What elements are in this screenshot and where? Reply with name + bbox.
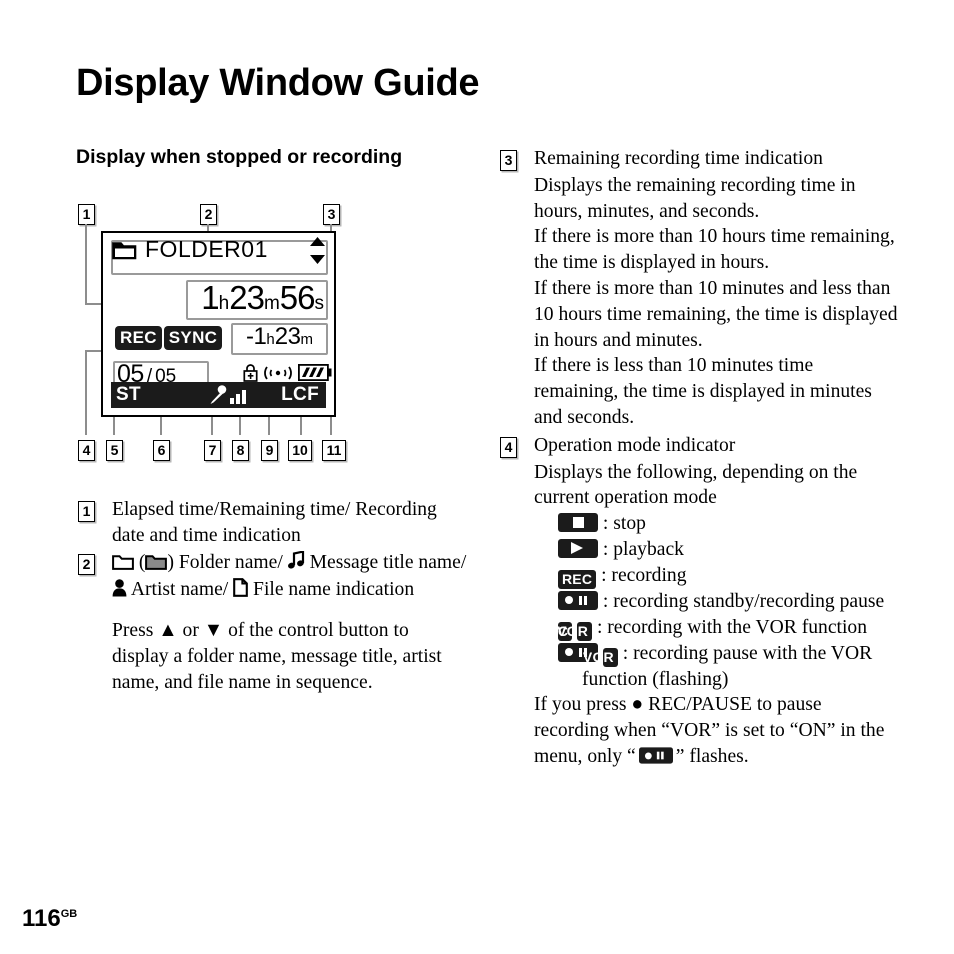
elapsed-hours: 1	[201, 279, 219, 316]
item-4-number: 4	[500, 436, 517, 458]
callout-5: 5	[106, 440, 123, 461]
up-down-arrows-icon	[309, 237, 326, 264]
elapsed-minutes: 23	[229, 279, 265, 316]
page-number-value: 116	[22, 905, 61, 932]
page-title: Display Window Guide	[76, 62, 480, 104]
page-number: 116GB	[22, 905, 77, 933]
lcd-screen: FOLDER01 1h23m56s RECSYNC -1h23m 05/05	[101, 231, 336, 417]
playback-icon	[558, 538, 598, 558]
callout-11: 11	[322, 440, 346, 461]
callout-3-top: 3	[323, 204, 340, 225]
rec-badge: REC	[558, 569, 597, 589]
lcd-figure: 1 2 3 FOLDER01 1h23m56s REC SYNC -1h23m …	[76, 200, 366, 470]
music-note-icon	[287, 549, 305, 578]
callout-1-top: 1	[78, 204, 95, 225]
item-3-title: Remaining recording time indication	[534, 148, 823, 169]
item-1-number: 1	[78, 501, 95, 522]
mode-playback: : playback	[500, 537, 900, 563]
page-number-suffix: GB	[60, 908, 78, 920]
mode-pause-vor: VOR : recording pause with the VOR funct…	[500, 641, 900, 693]
list-item-1: 1 Elapsed time/Remaining time/ Recording…	[78, 497, 470, 549]
mode-recording: REC : recording	[500, 563, 900, 589]
folder-outline-icon	[112, 552, 134, 578]
st-label: ST	[116, 384, 141, 405]
callout-4: 4	[78, 440, 95, 461]
folder-icon	[112, 241, 137, 260]
list-item-4: 4 Operation mode indicator	[500, 433, 900, 459]
file-icon	[233, 578, 248, 605]
level-bar-2	[236, 394, 240, 404]
elapsed-seconds: 56	[279, 279, 316, 316]
item-3-para-4: If there is less than 10 minutes time re…	[534, 355, 872, 428]
vor-badge: VOR	[557, 621, 593, 641]
level-bar-1	[230, 398, 234, 404]
mode-rec-pause: : recording standby/recording pause	[500, 589, 900, 615]
section-heading: Display when stopped or recording	[76, 146, 403, 168]
elapsed-s-unit: s	[314, 293, 325, 314]
callout-9: 9	[261, 440, 278, 461]
elapsed-time-display: 1h23m56s	[187, 279, 327, 318]
elapsed-m-unit: m	[263, 293, 280, 314]
elapsed-h-unit: h	[218, 293, 230, 314]
folder-filled-icon	[145, 552, 168, 578]
person-icon	[112, 579, 127, 605]
mode-stop: : stop	[500, 511, 900, 537]
folder-name-text: FOLDER01	[145, 236, 268, 262]
callout-7: 7	[204, 440, 221, 461]
item-4-note: If you press ● REC/PAUSE to pause record…	[534, 694, 885, 767]
sync-badge: SYNC	[163, 326, 223, 350]
callout-8: 8	[232, 440, 249, 461]
item-3-number: 3	[500, 150, 517, 171]
callout-6: 6	[153, 440, 170, 461]
remain-minutes: 23	[274, 323, 301, 350]
remain-h-unit: h	[266, 331, 275, 348]
remaining-time-display: -1h23m	[232, 322, 327, 353]
lcf-label: LCF	[281, 384, 319, 405]
callout-10: 10	[288, 440, 312, 461]
callout-2-top: 2	[200, 204, 217, 225]
list-item-2: 2 () Folder name/ Message title name/ Ar…	[78, 549, 470, 606]
item-2-note: Press ▲ or ▼ of the control button to di…	[112, 620, 442, 693]
mode-badges: REC SYNC	[115, 326, 223, 350]
item-4-title: Operation mode indicator	[534, 434, 736, 456]
mode-rec-vor: REC VOR : recording with the VOR functio…	[538, 616, 868, 641]
item-1-text: Elapsed time/Remaining time/ Recording d…	[112, 499, 437, 546]
stop-icon	[558, 513, 598, 533]
lcd-status-bar: ST LCF	[111, 382, 326, 408]
remain-value: -1	[246, 323, 267, 350]
level-bar-3	[242, 390, 246, 404]
rec-badge: REC	[115, 326, 162, 350]
item-3-para-3: If there is more than 10 minutes and les…	[534, 277, 898, 351]
left-column: 1 Elapsed time/Remaining time/ Recording…	[78, 497, 470, 696]
leader-line-4	[85, 350, 87, 435]
item-4-intro: Displays the following, depending on the…	[534, 461, 858, 509]
item-2-number: 2	[78, 553, 95, 575]
microphone-level-icon	[210, 385, 246, 404]
vor-badge-2: VOR	[583, 647, 618, 667]
rec-pause-icon	[558, 590, 598, 610]
right-column: 3 Remaining recording time indication Di…	[500, 146, 900, 770]
list-item-3: 3 Remaining recording time indication	[500, 146, 900, 172]
remain-m-unit: m	[300, 331, 313, 348]
item-2-text: () Folder name/ Message title name/ Arti…	[112, 549, 466, 600]
leader-line-1	[85, 224, 87, 304]
item-3-para-2: If there is more than 10 hours time rema…	[534, 226, 895, 274]
item-3-para-1: Displays the remaining recording time in…	[534, 174, 856, 222]
rec-pause-icon-3	[638, 747, 673, 764]
